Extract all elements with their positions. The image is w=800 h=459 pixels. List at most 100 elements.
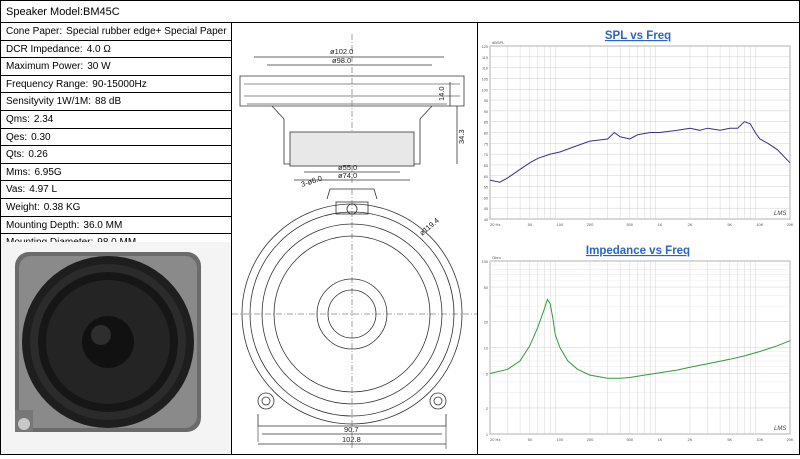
x-tick-label: 20 Hz [490,437,500,442]
x-tick-label: 5K [727,437,732,442]
spl-chart: SPL vs Freq 120 115 110 105 100 95 90 85 80 75 70 65… [478,24,799,239]
spec-value: 2.34 [33,114,54,125]
spec-value: 0.26 [28,149,48,161]
dim-frame-label: ø74.0 [338,171,357,180]
spec-label: Weight: [6,202,40,213]
spec-value: 90-15000Hz [92,78,147,90]
spec-value: 0.38 KG [43,202,81,213]
spec-row: Qes: 0.30 [1,129,231,147]
x-tick-label: 500 [626,437,633,442]
y-axis-label: Ohm [492,255,501,260]
x-tick-label: 10K [756,437,763,442]
spec-row: Frequency Range: 90-15000Hz [1,76,231,94]
spec-value: Special rubber edge+ Special Paper [66,26,227,37]
y-tick-label: 2 [486,407,488,411]
model-title: Speaker Model:BM45C [1,1,799,23]
spec-value: 88 dB [95,96,122,108]
y-tick-label: 40 [484,218,488,222]
y-tick-label: 1 [486,433,488,437]
x-tick-label: 5K [727,222,732,227]
y-axis-label: dBSPL [492,40,505,45]
dim-depth-label: 34.3 [457,129,466,144]
y-tick-label: 50 [484,196,488,200]
watermark-label: LMS [774,211,786,217]
spec-label: Mounting Depth: [6,219,80,231]
spec-sheet: Speaker Model:BM45C Cone Paper: Special r… [0,0,800,455]
dim-bottom-inner-label: 90.7 [344,425,359,434]
impedance-chart: Impedance vs Freq 100 50 20 10 5 2 1 Ohm 20 Hz 50 1… [478,239,799,454]
y-tick-label: 90 [484,110,488,114]
x-tick-label: 20 Hz [490,222,500,227]
spec-value: 4.0 Ω [86,43,111,55]
spec-label: Vas: [6,184,26,196]
spec-row: Sensityvity 1W/1M: 88 dB [1,93,231,111]
x-tick-label: 50 [528,437,533,442]
watermark-label: LMS [774,426,786,432]
spl-chart-svg: SPL vs Freq 120 115 110 105 100 95 90 85 80 75 70 65… [482,30,794,227]
dim-holes-label: 3-ø6.0 [300,174,323,189]
y-tick-label: 95 [484,99,488,103]
spec-row: DCR Impedance: 4.0 Ω [1,41,231,59]
y-tick-label: 85 [484,121,488,125]
spec-row: Mms: 6.95G [1,164,231,182]
y-tick-label: 120 [482,45,488,49]
x-tick-label: 200 [587,222,594,227]
y-tick-label: 5 [486,373,488,377]
dim-height-label: 14.0 [437,86,446,101]
spec-label: Cone Paper: [6,26,63,37]
x-tick-label: 1K [657,437,662,442]
x-tick-label: 100 [557,437,564,442]
x-tick-label: 2K [688,222,693,227]
y-tick-label: 45 [484,207,488,211]
x-tick-label: 100 [557,222,564,227]
y-tick-label: 100 [482,260,488,264]
spec-value: 6.95G [34,166,62,178]
y-tick-label: 110 [482,67,488,71]
y-tick-label: 80 [484,132,488,136]
spec-row: Qts: 0.26 [1,146,231,164]
spec-label: Mms: [6,166,31,178]
spec-label: Frequency Range: [6,78,89,90]
spec-value: 36.0 MM [83,219,123,231]
dim-cone-label: ø119.4 [418,216,441,238]
spec-label: Qts: [6,149,25,161]
y-tick-label: 100 [482,88,488,92]
chart-title: SPL vs Freq [605,30,671,42]
y-tick-label: 60 [484,175,488,179]
spec-row: Weight: 0.38 KG [1,199,231,217]
spec-label: Maximum Power: [6,61,84,73]
spec-value: 30 W [87,61,111,73]
dim-bottom-outer-label: 102.8 [342,435,361,444]
y-tick-label: 55 [484,186,488,190]
x-tick-label: 200 [587,437,594,442]
spec-row: Vas: 4.97 L [1,181,231,199]
dim-cutout-label: ø98.0 [332,56,351,65]
spec-label: Sensityvity 1W/1M: [6,96,92,108]
x-tick-label: 1K [657,222,662,227]
spec-row: Mounting Depth: 36.0 MM [1,217,231,235]
y-tick-label: 20 [484,320,488,324]
x-tick-label: 500 [626,222,633,227]
impedance-chart-svg: Impedance vs Freq 100 50 20 10 5 2 1 Ohm 20 Hz 50 1… [482,245,794,442]
y-tick-label: 70 [484,153,488,157]
technical-drawing: ø102.0 ø98.0 14.0 34.3 ø55.0 ø74.0 3-ø6.… [232,24,477,454]
spec-label: Qms: [6,114,30,125]
spec-row: Qms: 2.34 [1,111,231,129]
y-tick-label: 65 [484,164,488,168]
spec-label: DCR Impedance: [6,43,83,55]
y-tick-label: 115 [482,56,488,60]
spec-value: 4.97 L [29,184,58,196]
spec-row: Cone Paper: Special rubber edge+ Special … [1,23,231,41]
y-tick-label: 50 [484,286,488,290]
x-tick-label: 10K [756,222,763,227]
spec-value: 0.30 [31,131,51,143]
x-tick-label: 20K [786,222,793,227]
y-tick-label: 105 [482,77,488,81]
spec-row: Maximum Power: 30 W [1,58,231,76]
x-tick-label: 2K [688,437,693,442]
x-tick-label: 20K [786,437,793,442]
x-tick-label: 50 [528,222,533,227]
dim-outer-label: ø102.0 [330,47,353,56]
chart-title: Impedance vs Freq [586,245,690,257]
spec-label: Qes: [6,131,28,143]
